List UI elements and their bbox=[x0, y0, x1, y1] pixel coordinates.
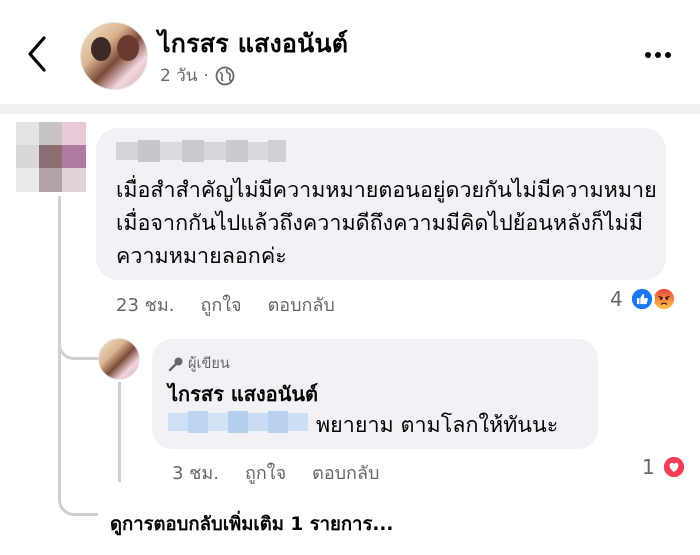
globe-icon bbox=[215, 66, 235, 85]
reply-connector bbox=[58, 318, 98, 360]
reaction-count: 4 bbox=[610, 287, 623, 311]
love-icon bbox=[660, 454, 687, 480]
page-avatar[interactable] bbox=[80, 22, 148, 90]
reply-button[interactable]: ตอบกลับ bbox=[268, 290, 335, 319]
author-badge-label: ผู้เขียน bbox=[188, 356, 230, 372]
meta-separator: · bbox=[203, 65, 209, 86]
like-button[interactable]: ถูกใจ bbox=[200, 290, 241, 319]
thread-line bbox=[58, 196, 61, 436]
reply-reactions[interactable]: 1 bbox=[642, 454, 687, 480]
view-more-replies-link[interactable]: ดูการตอบกลับเพิ่มเติม 1 รายการ... bbox=[110, 510, 393, 539]
like-icon bbox=[628, 286, 655, 312]
reply-reaction-count: 1 bbox=[642, 455, 655, 479]
more-dots-icon bbox=[645, 52, 671, 58]
comment-text: เมื่อสำสำคัญไม่มีความหมายตอนอยู่ดวยกันไม… bbox=[116, 178, 657, 269]
commenter-avatar-blurred[interactable] bbox=[16, 122, 86, 192]
comment-reactions[interactable]: 4 bbox=[610, 286, 677, 312]
reply-time[interactable]: 3 ชม. bbox=[172, 458, 219, 487]
reply-reply-button[interactable]: ตอบกลับ bbox=[312, 458, 379, 487]
reply-text: พยายาม ตามโลกให้ทันนะ bbox=[316, 413, 559, 438]
reply-author-avatar[interactable] bbox=[98, 338, 140, 380]
reply-like-button[interactable]: ถูกใจ bbox=[245, 458, 286, 487]
commenter-name-blurred[interactable] bbox=[116, 140, 286, 162]
reply-author-name[interactable]: ไกรสร แสงอนันต์ bbox=[168, 378, 318, 410]
microphone-icon bbox=[168, 357, 183, 371]
reply-thread-line bbox=[118, 382, 121, 482]
post-meta: 2 วัน · bbox=[160, 62, 235, 89]
comment-time[interactable]: 23 ชม. bbox=[116, 290, 174, 319]
chevron-left-icon bbox=[28, 36, 46, 72]
more-options-button[interactable] bbox=[640, 42, 676, 68]
page-title[interactable]: ไกรสร แสงอนันต์ bbox=[158, 24, 348, 64]
comment-actions: 23 ชม. ถูกใจ ตอบกลับ bbox=[116, 290, 361, 319]
more-replies-connector bbox=[58, 436, 98, 516]
back-button[interactable] bbox=[22, 32, 58, 76]
section-divider bbox=[0, 104, 700, 114]
post-time[interactable]: 2 วัน bbox=[160, 62, 197, 89]
reply-actions: 3 ชม. ถูกใจ ตอบกลับ bbox=[172, 458, 405, 487]
mention-blurred[interactable] bbox=[168, 410, 308, 434]
author-badge: ผู้เขียน bbox=[168, 352, 230, 375]
